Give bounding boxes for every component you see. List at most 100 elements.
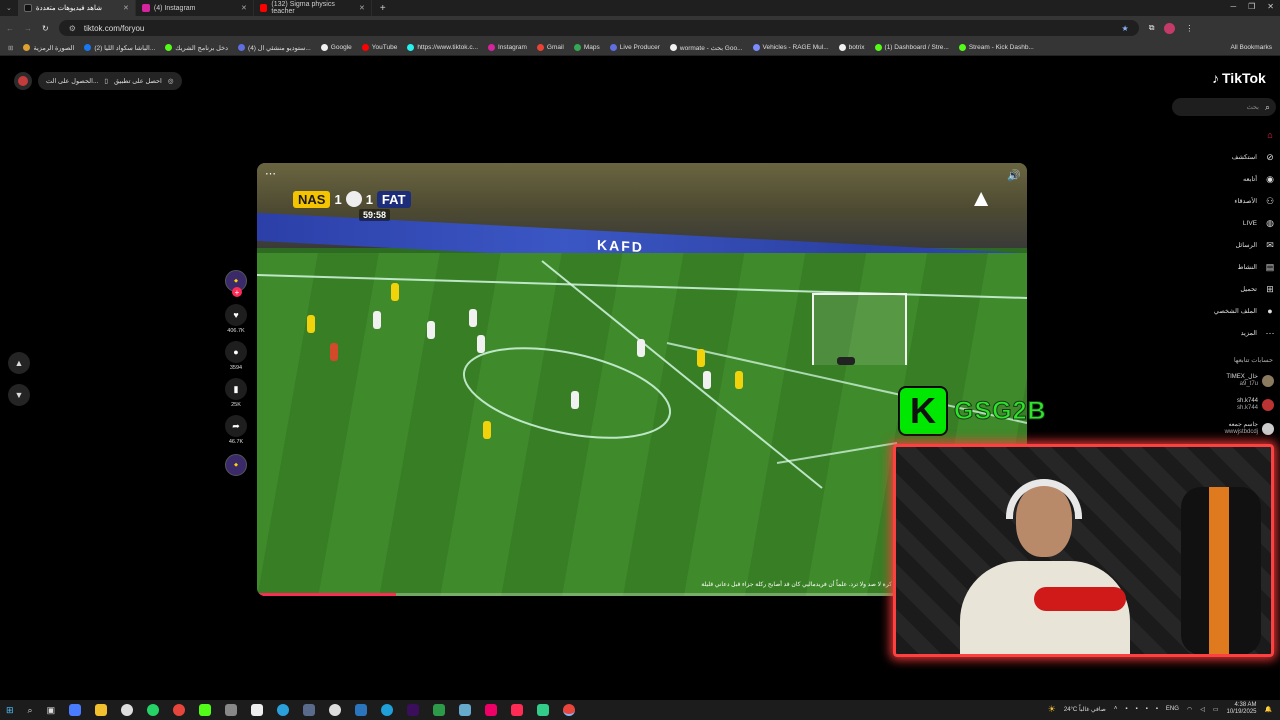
- file-explorer-icon[interactable]: [95, 704, 108, 716]
- app-icon[interactable]: [537, 704, 550, 716]
- close-tab-icon[interactable]: ✕: [123, 4, 129, 12]
- nav-item-upload[interactable]: تحميل ⊞: [1176, 278, 1276, 300]
- close-tab-icon[interactable]: ✕: [359, 4, 365, 12]
- tab-search-icon[interactable]: ⌄: [0, 4, 18, 12]
- bookmark-item[interactable]: Instagram: [488, 44, 527, 51]
- previous-video-button[interactable]: ▲: [8, 352, 30, 374]
- search-icon[interactable]: ⌕: [28, 705, 33, 716]
- weather-text[interactable]: 24°C صافي غالباً: [1064, 706, 1106, 713]
- app-icon[interactable]: [225, 704, 238, 716]
- maximize-icon[interactable]: ❐: [1248, 2, 1255, 11]
- bookmark-item[interactable]: (4) ستوديو منشئي ال...: [238, 44, 311, 52]
- forward-icon[interactable]: →: [24, 24, 32, 33]
- tray-overflow-icon[interactable]: ˄: [1114, 706, 1118, 712]
- telegram-icon[interactable]: [277, 704, 290, 716]
- share-button[interactable]: ➦: [225, 415, 247, 437]
- premiere-icon[interactable]: [407, 704, 420, 716]
- tray-app-icon[interactable]: ▪: [1156, 706, 1158, 712]
- apps-grid-icon[interactable]: ⊞: [8, 44, 13, 52]
- language-indicator[interactable]: ENG: [1166, 706, 1179, 712]
- obs-icon[interactable]: [121, 704, 134, 716]
- music-disc[interactable]: ◆: [225, 454, 247, 476]
- bookmark-item[interactable]: دخل برنامج الشريك: [165, 44, 228, 52]
- tab-tiktok[interactable]: شاهد فيديوهات متعددة ✕: [17, 0, 136, 16]
- omnibox[interactable]: ⚙ tiktok.com/foryou ★: [58, 20, 1139, 36]
- follow-plus-icon[interactable]: +: [232, 287, 242, 297]
- taskbar-clock[interactable]: 4:38 AM 10/19/2025: [1226, 702, 1256, 716]
- bookmark-item[interactable]: YouTube: [361, 44, 397, 51]
- nav-item-profile[interactable]: الملف الشخصي ●: [1176, 300, 1276, 322]
- close-window-icon[interactable]: ✕: [1267, 2, 1274, 11]
- following-account[interactable]: TIMEX_خال a9_t7u: [1176, 374, 1274, 388]
- site-info-icon[interactable]: ⚙: [69, 24, 76, 33]
- creator-avatar[interactable]: ◆ +: [225, 270, 247, 297]
- kick-app-icon[interactable]: [199, 704, 212, 716]
- github-icon[interactable]: [329, 704, 342, 716]
- bookmark-item[interactable]: Stream - Kick Dashb...: [958, 44, 1034, 51]
- app-icon[interactable]: [303, 704, 316, 716]
- minimize-icon[interactable]: ─: [1230, 2, 1236, 11]
- bookmark-item[interactable]: Google: [320, 44, 352, 51]
- bookmark-item[interactable]: Gmail: [536, 44, 564, 51]
- bookmark-item[interactable]: wormate - بحث Goo...: [669, 44, 743, 52]
- search-icon[interactable]: ⌕: [1265, 102, 1270, 113]
- chrome-icon[interactable]: [173, 704, 186, 716]
- speaker-icon[interactable]: ◁: [1200, 706, 1205, 713]
- tiktok-app-icon[interactable]: [511, 704, 524, 716]
- nav-item-home[interactable]: ⌂: [1176, 124, 1276, 146]
- all-bookmarks-button[interactable]: All Bookmarks: [1230, 44, 1272, 51]
- back-icon[interactable]: ←: [6, 24, 14, 33]
- profile-avatar-icon[interactable]: [1164, 22, 1176, 34]
- following-account[interactable]: جاسم جمعه wwwjstbdcdj: [1176, 422, 1274, 436]
- extensions-icon[interactable]: ⧉: [1149, 23, 1155, 33]
- notification-bell-icon[interactable]: 🔔: [1265, 706, 1272, 713]
- bookmark-star-icon[interactable]: ★: [1122, 24, 1129, 33]
- tab-youtube[interactable]: (132) Sigma physics teacher ✕: [254, 0, 372, 16]
- nav-item-messages[interactable]: الرسائل ✉: [1176, 234, 1276, 256]
- epic-icon[interactable]: [251, 704, 264, 716]
- tray-app-icon[interactable]: ▪: [1125, 706, 1127, 712]
- get-app-coins-pill[interactable]: الحصول على الت... ▯ احصل على تطبيق ◎: [38, 72, 182, 90]
- reload-icon[interactable]: ↻: [42, 24, 49, 33]
- app-icon[interactable]: [459, 704, 472, 716]
- tiktok-logo[interactable]: ♪ TikTok: [1212, 70, 1266, 86]
- bookmark-item[interactable]: Vehicles - RAGE Mul...: [752, 44, 829, 51]
- nav-item-more[interactable]: المزيد ⋯: [1176, 322, 1276, 344]
- bookmark-item[interactable]: https://www.tiktok.c...: [407, 44, 478, 51]
- tray-app-icon[interactable]: ▪: [1136, 706, 1138, 712]
- tray-app-icon[interactable]: ▪: [1146, 706, 1148, 712]
- save-button[interactable]: ▮: [225, 378, 247, 400]
- next-video-button[interactable]: ▼: [8, 384, 30, 406]
- bookmark-item[interactable]: (1) Dashboard / Stre...: [874, 44, 949, 51]
- steam-icon[interactable]: [355, 704, 368, 716]
- copilot-icon[interactable]: [69, 704, 82, 716]
- comment-button[interactable]: ●: [225, 341, 247, 363]
- bookmark-item[interactable]: (2) الباشا سكواد الليا...: [84, 44, 155, 52]
- whatsapp-icon[interactable]: [147, 704, 160, 716]
- start-icon[interactable]: ⊞: [6, 705, 14, 716]
- bookmark-item[interactable]: الصورة الرمزية: [23, 44, 74, 52]
- following-account[interactable]: sh.k744 sh.k744: [1176, 398, 1274, 412]
- avatar[interactable]: [14, 72, 32, 90]
- bookmark-item[interactable]: Maps: [573, 44, 600, 51]
- nav-item-friends[interactable]: الأصدقاء ⚇: [1176, 190, 1276, 212]
- new-tab-icon[interactable]: +: [372, 3, 394, 14]
- menu-kebab-icon[interactable]: ⋮: [1185, 24, 1193, 33]
- nav-item-following[interactable]: أتابعه ◉: [1176, 168, 1276, 190]
- search-input[interactable]: بحث ⌕: [1172, 98, 1276, 116]
- tab-instagram[interactable]: (4) Instagram ✕: [136, 0, 254, 16]
- like-button[interactable]: ♥: [225, 304, 247, 326]
- nav-item-compass[interactable]: استكشف ⊘: [1176, 146, 1276, 168]
- task-view-icon[interactable]: ▣: [47, 705, 56, 716]
- app-icon[interactable]: [433, 704, 446, 716]
- edge-icon[interactable]: [381, 704, 394, 716]
- close-tab-icon[interactable]: ✕: [241, 4, 247, 12]
- wifi-icon[interactable]: ◠: [1187, 706, 1192, 713]
- chrome-icon[interactable]: [563, 704, 576, 716]
- volume-icon[interactable]: 🔊: [1007, 169, 1021, 182]
- bookmark-item[interactable]: Live Producer: [609, 44, 660, 51]
- nav-item-activity[interactable]: النشاط ▤: [1176, 256, 1276, 278]
- battery-icon[interactable]: ▭: [1213, 706, 1219, 713]
- nav-item-live[interactable]: LIVE ◍: [1176, 212, 1276, 234]
- more-options-icon[interactable]: ⋯: [265, 167, 276, 180]
